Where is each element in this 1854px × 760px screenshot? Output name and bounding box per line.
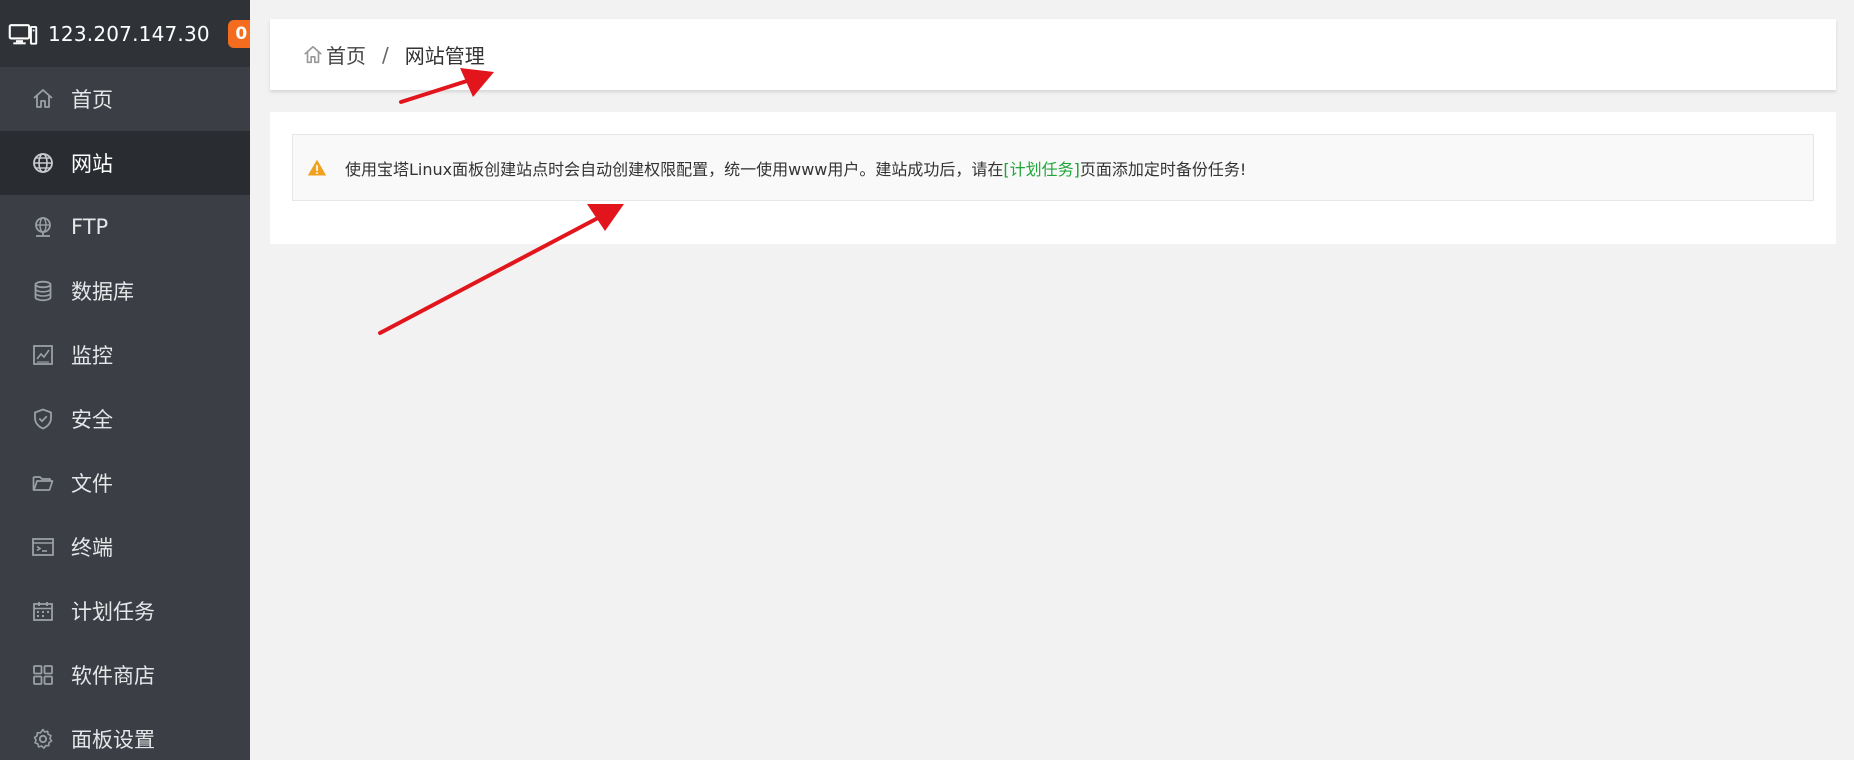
home-icon — [30, 86, 56, 112]
notice-text-tail: 页面添加定时备份任务! — [1079, 159, 1247, 179]
sidebar-item-database[interactable]: 数据库 — [0, 259, 250, 323]
database-icon — [30, 278, 56, 304]
globe-icon — [30, 150, 56, 176]
sidebar-item-label: 网站 — [71, 152, 113, 176]
sidebar-item-label: FTP — [71, 215, 109, 239]
sidebar-item-monitor[interactable]: 监控 — [0, 323, 250, 387]
sidebar-item-cron[interactable]: 计划任务 — [0, 579, 250, 643]
shield-icon — [30, 406, 56, 432]
sidebar-item-label: 文件 — [71, 472, 113, 496]
sidebar-item-label: 终端 — [71, 536, 113, 560]
breadcrumb-separator: / — [382, 42, 389, 67]
breadcrumb-home-icon — [302, 44, 324, 66]
gear-icon — [30, 726, 56, 752]
sidebar-item-terminal[interactable]: 终端 — [0, 515, 250, 579]
server-monitor-icon — [8, 17, 38, 51]
server-ip[interactable]: 123.207.147.30 — [48, 22, 210, 46]
notice-text: 使用宝塔Linux面板创建站点时会自动创建权限配置，统一使用www用户。建站成功… — [345, 159, 1004, 179]
notice-bar: 使用宝塔Linux面板创建站点时会自动创建权限配置，统一使用www用户。建站成功… — [292, 134, 1814, 201]
sidebar-item-panel-settings[interactable]: 面板设置 — [0, 707, 250, 760]
sidebar-item-label: 首页 — [71, 88, 113, 112]
sidebar-item-label: 面板设置 — [71, 728, 155, 752]
sidebar-item-label: 计划任务 — [71, 600, 155, 624]
sidebar-item-label: 软件商店 — [71, 664, 155, 688]
message-count-badge[interactable]: 0 — [227, 19, 250, 48]
calendar-icon — [30, 598, 56, 624]
sidebar-item-label: 数据库 — [71, 280, 134, 304]
sidebar-item-app-store[interactable]: 软件商店 — [0, 643, 250, 707]
ftp-icon — [30, 214, 56, 240]
cron-task-link[interactable]: [计划任务] — [1003, 156, 1080, 180]
folder-icon — [30, 470, 56, 496]
sidebar-item-ftp[interactable]: FTP — [0, 195, 250, 259]
breadcrumb-current: 网站管理 — [404, 44, 485, 68]
sidebar-item-website[interactable]: 网站 — [0, 131, 250, 195]
breadcrumb: 首页 / 网站管理 — [270, 19, 1836, 90]
sidebar-item-label: 安全 — [71, 408, 113, 432]
website-content-panel: 使用宝塔Linux面板创建站点时会自动创建权限配置，统一使用www用户。建站成功… — [270, 112, 1836, 244]
sidebar-item-label: 监控 — [71, 344, 113, 368]
sidebar-header: 123.207.147.30 0 — [0, 0, 250, 67]
main-content: 首页 / 网站管理 使用宝塔Linux面板创建站点时会自动创建权限配置，统一使用… — [250, 0, 1854, 760]
grid-icon — [30, 662, 56, 688]
warning-icon — [307, 157, 329, 179]
monitor-chart-icon — [30, 342, 56, 368]
sidebar-item-security[interactable]: 安全 — [0, 387, 250, 451]
terminal-icon — [30, 534, 56, 560]
breadcrumb-home-link[interactable]: 首页 — [326, 40, 366, 69]
sidebar: 123.207.147.30 0 首页 网站 FTP 数据库 监控 安全 文件 … — [0, 0, 250, 760]
sidebar-item-home[interactable]: 首页 — [0, 67, 250, 131]
sidebar-item-files[interactable]: 文件 — [0, 451, 250, 515]
